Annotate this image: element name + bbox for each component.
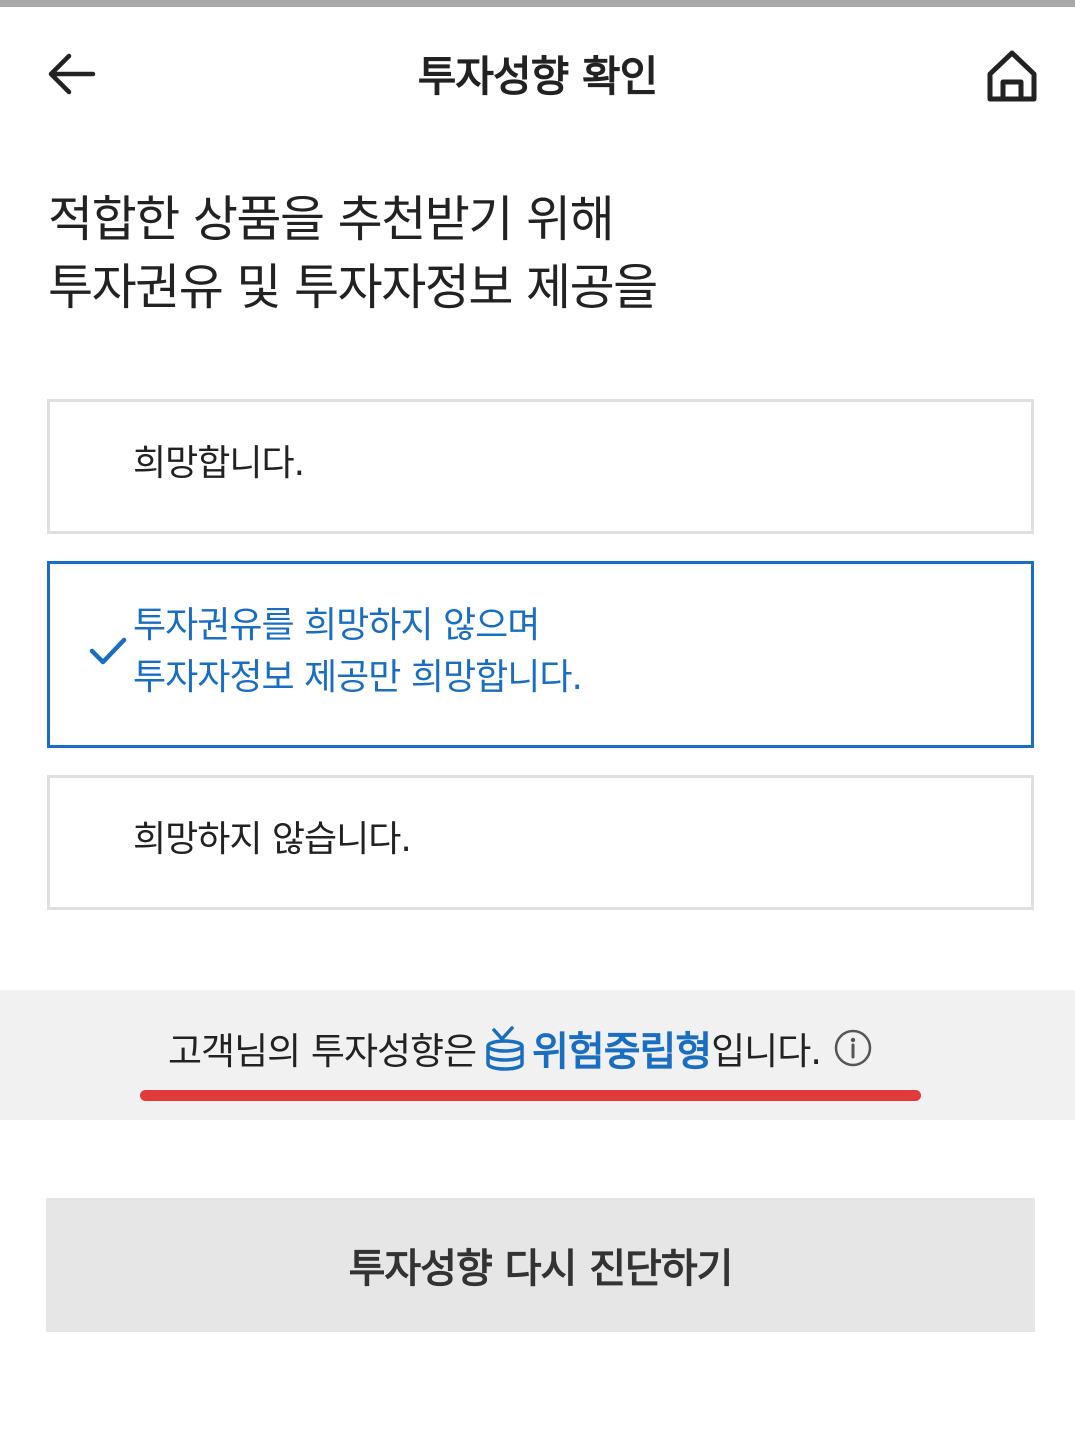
result-prefix: 고객님의 투자성향은 (168, 1030, 477, 1073)
investment-type: 위험중립형 (532, 1029, 712, 1075)
question-text: 적합한 상품을 추천받기 위해 투자권유 및 투자자정보 제공을 (48, 186, 1028, 322)
retake-test-button[interactable]: 투자성향 다시 진단하기 (46, 1198, 1035, 1332)
result-band: 고객님의 투자성향은 위험중립형 입니다. (0, 990, 1075, 1120)
coin-stack-icon (486, 1026, 524, 1071)
header: 투자성향 확인 (0, 7, 1075, 137)
option-label: 희망하지 않습니다. (133, 819, 412, 860)
top-strip (0, 0, 1075, 7)
question-line-2: 투자권유 및 투자자정보 제공을 (48, 259, 658, 316)
option-label-line-1: 투자권유를 희망하지 않으며 (133, 605, 540, 646)
option-want[interactable]: 희망합니다. (47, 399, 1034, 534)
result-suffix: 입니다. (711, 1030, 822, 1073)
page-title: 투자성향 확인 (417, 52, 658, 101)
info-icon[interactable] (833, 1028, 873, 1068)
home-button[interactable] (972, 41, 1052, 111)
option-label: 투자권유를 희망하지 않으며 투자자정보 제공만 희망합니다. (133, 600, 583, 704)
result-line: 고객님의 투자성향은 위험중립형 입니다. (168, 1018, 873, 1078)
investment-profile-page: 투자성향 확인 적합한 상품을 추천받기 위해 투자권유 및 투자자정보 제공을… (0, 0, 1075, 1433)
option-label: 희망합니다. (133, 443, 305, 484)
option-not-want[interactable]: 희망하지 않습니다. (47, 775, 1034, 910)
option-label-line-2: 투자자정보 제공만 희망합니다. (133, 657, 583, 698)
option-info-only[interactable]: 투자권유를 희망하지 않으며 투자자정보 제공만 희망합니다. (47, 561, 1034, 748)
check-icon (89, 637, 127, 665)
home-icon (987, 50, 1037, 102)
question-line-1: 적합한 상품을 추천받기 위해 (48, 191, 615, 248)
highlight-underline (140, 1090, 921, 1101)
